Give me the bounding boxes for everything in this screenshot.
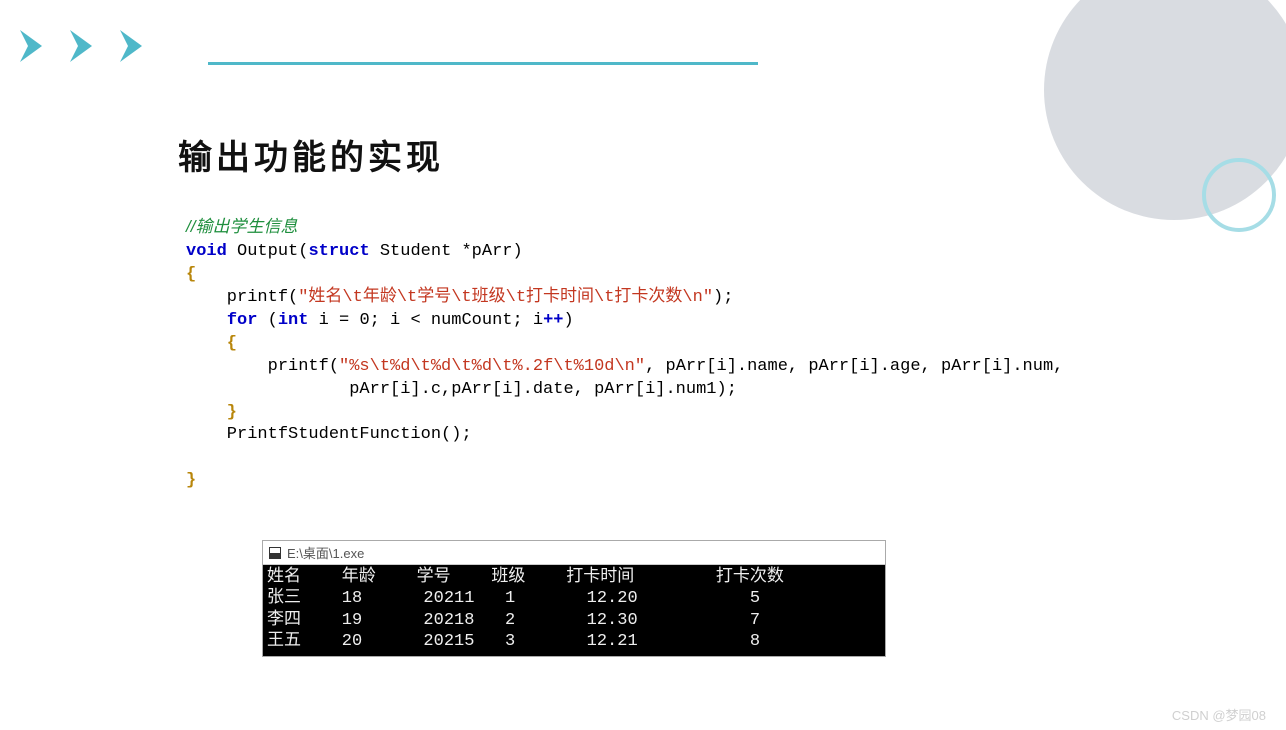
op-inc: ++ (543, 311, 563, 330)
decorative-circle-small (1202, 158, 1276, 232)
string-literal: "姓名\t年龄\t学号\t班级\t打卡时间\t打卡次数\n" (298, 288, 713, 307)
arrow-decoration (18, 28, 162, 64)
paren-close: ) (564, 311, 574, 330)
page-title: 输出功能的实现 (178, 130, 444, 179)
args1: , pArr[i].name, pArr[i].age, pArr[i].num… (645, 357, 1063, 376)
string-literal-2: "%s\t%d\t%d\t%d\t%.2f\t%10d\n" (339, 357, 645, 376)
console-output: 姓名 年龄 学号 班级 打卡时间 打卡次数 张三 18 20211 1 12.2… (263, 565, 885, 656)
console-row: 李四 19 20218 2 12.30 7 (267, 611, 760, 630)
console-title: E:\桌面\1.exe (287, 543, 364, 562)
kw-struct: struct (308, 242, 369, 261)
brace-open-inner: { (186, 334, 237, 353)
code-comment: //输出学生信息 (186, 217, 297, 236)
brace-close-inner: } (186, 403, 237, 422)
fn-name: Output( (227, 242, 309, 261)
chevron-right-icon (68, 28, 112, 64)
init: i = (308, 311, 359, 330)
brace-close: } (186, 471, 196, 490)
console-icon (269, 547, 281, 559)
console-header-row: 姓名 年龄 学号 班级 打卡时间 打卡次数 (267, 568, 784, 587)
printf-call: printf( (186, 288, 298, 307)
console-row: 王五 20 20215 3 12.21 8 (267, 632, 760, 651)
console-titlebar: E:\桌面\1.exe (263, 541, 885, 565)
cond: ; i < numCount; i (370, 311, 543, 330)
kw-int: int (278, 311, 309, 330)
printf-call-2: printf( (186, 357, 339, 376)
fn-params: Student *pArr) (370, 242, 523, 261)
paren: ( (257, 311, 277, 330)
args2: pArr[i].c,pArr[i].date, pArr[i].num1); (186, 380, 737, 399)
chevron-right-icon (118, 28, 162, 64)
watermark: CSDN @梦园08 (1172, 705, 1266, 724)
chevron-right-icon (18, 28, 62, 64)
fn-call: PrintfStudentFunction(); (186, 425, 472, 444)
console-window: E:\桌面\1.exe 姓名 年龄 学号 班级 打卡时间 打卡次数 张三 18 … (262, 540, 886, 657)
console-row: 张三 18 20211 1 12.20 5 (267, 589, 760, 608)
kw-void: void (186, 242, 227, 261)
divider (208, 62, 758, 65)
num-zero: 0 (359, 311, 369, 330)
code-snippet: //输出学生信息 void Output(struct Student *pAr… (178, 212, 1098, 509)
semi: ); (713, 288, 733, 307)
kw-for: for (227, 311, 258, 330)
brace-open: { (186, 265, 196, 284)
